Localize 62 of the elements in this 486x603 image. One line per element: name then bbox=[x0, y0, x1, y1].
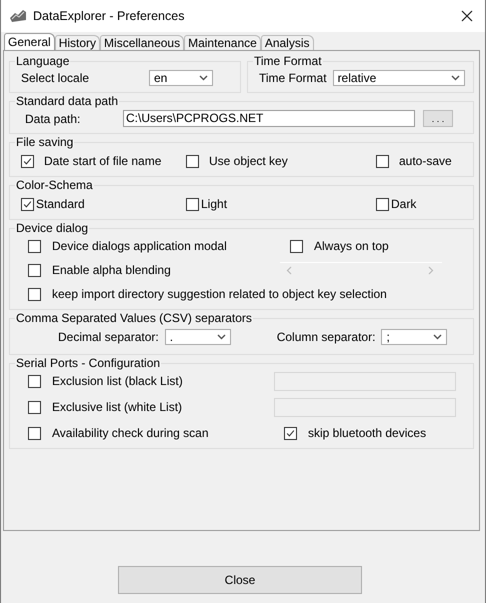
locale-dropdown[interactable]: en bbox=[149, 70, 213, 86]
close-button[interactable]: Close bbox=[118, 566, 362, 594]
checkbox[interactable] bbox=[376, 198, 389, 210]
chevron-icon bbox=[433, 334, 442, 340]
input-field[interactable] bbox=[274, 398, 456, 416]
group-title: Color-Schema bbox=[15, 178, 94, 192]
tab[interactable]: Maintenance bbox=[184, 35, 261, 50]
checkbox-label: Exclusive list (white List) bbox=[52, 400, 182, 414]
checkbox[interactable] bbox=[21, 198, 34, 210]
group-title: Standard data path bbox=[15, 94, 120, 108]
checkbox[interactable] bbox=[290, 240, 303, 252]
checkbox[interactable] bbox=[186, 154, 199, 168]
group-title: Time Format bbox=[253, 54, 323, 68]
time-format-dropdown[interactable]: relative bbox=[332, 70, 465, 86]
field-label: Column separator: bbox=[276, 330, 376, 344]
checkbox[interactable] bbox=[21, 154, 34, 168]
checkbox-label: Device dialogs application modal bbox=[52, 239, 227, 253]
app-icon bbox=[9, 9, 27, 23]
checkbox-label: Date start of file name bbox=[44, 154, 162, 168]
tab[interactable]: General bbox=[4, 33, 55, 50]
checkbox[interactable] bbox=[28, 426, 41, 440]
checkbox[interactable] bbox=[28, 240, 41, 252]
chevron-icon bbox=[216, 334, 226, 340]
checkbox-label: skip bluetooth devices bbox=[308, 426, 426, 440]
checkbox[interactable] bbox=[28, 374, 41, 388]
checkbox-label: Enable alpha blending bbox=[52, 263, 171, 277]
checkbox-label: Standard bbox=[36, 197, 85, 211]
input-field[interactable] bbox=[274, 372, 456, 390]
close-icon[interactable] bbox=[461, 10, 473, 22]
browse-button[interactable]: . . . bbox=[423, 110, 453, 127]
group-title: Comma Separated Values (CSV) separators bbox=[15, 311, 253, 325]
group-title: Device dialog bbox=[15, 221, 90, 235]
decimal-separator-dropdown[interactable]: . bbox=[164, 329, 231, 345]
checkbox-label: keep import directory suggestion related to object key selection bbox=[52, 287, 387, 301]
checkbox[interactable] bbox=[28, 264, 41, 276]
checkbox-label: Availability check during scan bbox=[52, 426, 209, 440]
window-title: DataExplorer - Preferences bbox=[33, 9, 186, 23]
checkbox[interactable] bbox=[28, 400, 41, 414]
checkbox-label: Exclusion list (black List) bbox=[52, 374, 183, 388]
column-separator-dropdown[interactable]: ; bbox=[381, 329, 448, 345]
path-field[interactable]: C:\Users\PCPROGS.NET bbox=[123, 110, 415, 127]
tab[interactable]: Miscellaneous bbox=[100, 35, 184, 50]
checkbox[interactable] bbox=[186, 198, 199, 210]
checkbox-label: Always on top bbox=[314, 239, 389, 253]
field-label: Time Format bbox=[259, 71, 327, 85]
checkbox[interactable] bbox=[284, 426, 297, 440]
tab[interactable]: Analysis bbox=[260, 35, 314, 50]
tab[interactable]: History bbox=[54, 35, 100, 50]
group-title: Language bbox=[15, 54, 70, 68]
checkbox-label: Light bbox=[201, 197, 228, 211]
checkbox-label: auto-save bbox=[399, 154, 452, 168]
field-label: Data path: bbox=[25, 112, 82, 126]
checkbox-label: Use object key bbox=[209, 154, 288, 168]
group-title: File saving bbox=[15, 135, 74, 149]
chevron-icon bbox=[451, 75, 460, 81]
checkbox[interactable] bbox=[28, 288, 41, 300]
field-label: Select locale bbox=[21, 71, 90, 85]
field-label: Decimal separator: bbox=[58, 330, 159, 344]
chevron-icon bbox=[199, 75, 208, 81]
checkbox[interactable] bbox=[376, 154, 389, 168]
group-title: Serial Ports - Configuration bbox=[15, 356, 162, 370]
checkbox-label: Dark bbox=[391, 197, 416, 211]
